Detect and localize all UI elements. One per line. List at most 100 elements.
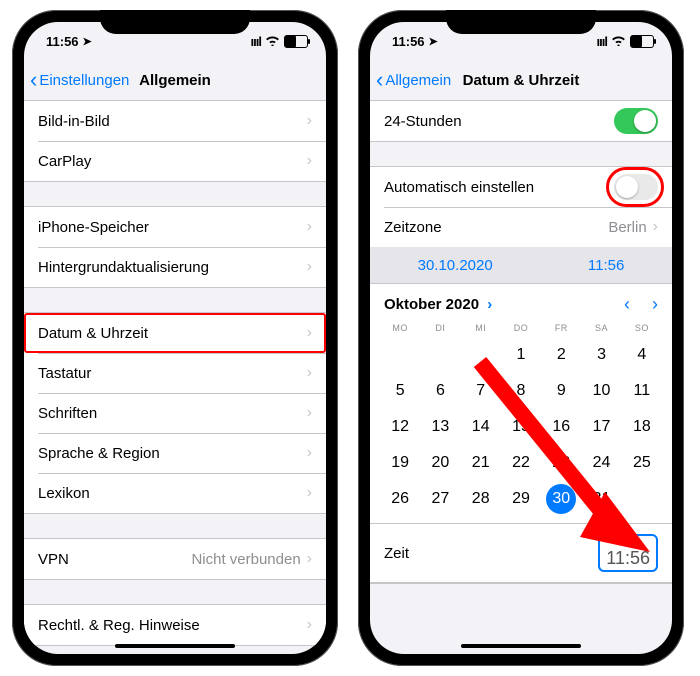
calendar-day[interactable]: 10: [581, 373, 621, 409]
calendar-day[interactable]: 20: [420, 445, 460, 481]
calendar-day[interactable]: 18: [622, 409, 662, 445]
calendar-day[interactable]: 6: [420, 373, 460, 409]
chevron-right-icon: ›: [307, 258, 312, 276]
chevron-right-icon: ›: [307, 550, 312, 568]
calendar-day: [380, 337, 420, 373]
location-icon: ➤: [83, 35, 92, 48]
calendar-day[interactable]: 4: [622, 337, 662, 373]
row-carplay[interactable]: CarPlay›: [24, 141, 326, 181]
datetime-settings: 24-Stunden Automatisch einstellen Zeitzo…: [370, 101, 672, 654]
calendar-day[interactable]: 17: [581, 409, 621, 445]
calendar-day: [461, 337, 501, 373]
month-nav: Oktober 2020 › ‹ ›: [370, 284, 672, 319]
calendar-day[interactable]: 31: [581, 481, 621, 517]
signal-icon: ıııl: [597, 34, 607, 49]
summary-date[interactable]: 30.10.2020: [418, 257, 493, 274]
calendar-day[interactable]: 11: [622, 373, 662, 409]
row-lexikon[interactable]: Lexikon›: [24, 473, 326, 513]
time-row[interactable]: Zeit 10 11:56: [370, 523, 672, 583]
status-time: 11:56: [392, 34, 425, 49]
calendar-day[interactable]: 13: [420, 409, 460, 445]
phone-left: 11:56 ➤ ıııl ‹ Einstellungen Allgemein B…: [12, 10, 338, 666]
calendar-day[interactable]: 9: [541, 373, 581, 409]
chevron-right-icon: ›: [307, 444, 312, 462]
back-button[interactable]: ‹ Allgemein: [370, 69, 451, 91]
chevron-right-icon: ›: [307, 152, 312, 170]
calendar-day[interactable]: 24: [581, 445, 621, 481]
dow-label: FR: [541, 319, 581, 337]
row-label: VPN: [38, 551, 191, 568]
calendar-day[interactable]: 19: [380, 445, 420, 481]
calendar-day[interactable]: 2: [541, 337, 581, 373]
calendar-day[interactable]: 12: [380, 409, 420, 445]
row-bild-in-bild[interactable]: Bild-in-Bild›: [24, 101, 326, 141]
calendar-day[interactable]: 21: [461, 445, 501, 481]
calendar-day[interactable]: 5: [380, 373, 420, 409]
summary-time[interactable]: 11:56: [588, 257, 624, 274]
prev-month-button[interactable]: ‹: [624, 294, 630, 315]
time-picker[interactable]: 10 11:56: [598, 534, 658, 572]
calendar-day[interactable]: 23: [541, 445, 581, 481]
back-label: Einstellungen: [39, 72, 129, 89]
nav-bar: ‹ Allgemein Datum & Uhrzeit: [370, 60, 672, 101]
notch: [446, 10, 596, 34]
row-hintergrundaktualisierung[interactable]: Hintergrundaktualisierung›: [24, 247, 326, 287]
dow-label: SA: [581, 319, 621, 337]
screen-right: 11:56 ➤ ıııl ‹ Allgemein Datum & Uhrzeit: [370, 22, 672, 654]
row-label: Schriften: [38, 405, 307, 422]
calendar-day[interactable]: 26: [380, 481, 420, 517]
row-label: Sprache & Region: [38, 445, 307, 462]
chevron-left-icon: ‹: [30, 69, 37, 91]
wifi-icon: [265, 34, 280, 49]
row-label: Bild-in-Bild: [38, 113, 307, 130]
toggle-24h[interactable]: [614, 108, 658, 134]
row-label: CarPlay: [38, 153, 307, 170]
calendar-day[interactable]: 1: [501, 337, 541, 373]
row-24h[interactable]: 24-Stunden: [370, 101, 672, 141]
calendar-day[interactable]: 30: [541, 481, 581, 517]
row-iphone-speicher[interactable]: iPhone-Speicher›: [24, 207, 326, 247]
home-indicator[interactable]: [115, 644, 235, 648]
row-vpn[interactable]: VPNNicht verbunden ›: [24, 539, 326, 579]
battery-icon: [284, 35, 308, 48]
row-schriften[interactable]: Schriften›: [24, 393, 326, 433]
row-sprache-region[interactable]: Sprache & Region›: [24, 433, 326, 473]
row-value: Nicht verbunden: [191, 551, 300, 568]
calendar[interactable]: MODIMIDOFRSASO 1234567891011121314151617…: [370, 319, 672, 523]
row-label: Rechtl. & Reg. Hinweise: [38, 617, 307, 634]
row-rechtl-reg-hinweise[interactable]: Rechtl. & Reg. Hinweise›: [24, 605, 326, 645]
date-time-summary[interactable]: 30.10.2020 11:56: [370, 247, 672, 284]
time-label: Zeit: [384, 545, 409, 562]
location-icon: ➤: [429, 35, 438, 48]
calendar-day[interactable]: 22: [501, 445, 541, 481]
back-button[interactable]: ‹ Einstellungen: [24, 69, 129, 91]
calendar-day[interactable]: 28: [461, 481, 501, 517]
dow-label: MI: [461, 319, 501, 337]
row-tastatur[interactable]: Tastatur›: [24, 353, 326, 393]
row-label: iPhone-Speicher: [38, 219, 307, 236]
calendar-day[interactable]: 29: [501, 481, 541, 517]
calendar-day[interactable]: 25: [622, 445, 662, 481]
calendar-day[interactable]: 3: [581, 337, 621, 373]
month-label[interactable]: Oktober 2020 ›: [384, 296, 492, 313]
calendar-day[interactable]: 27: [420, 481, 460, 517]
back-label: Allgemein: [385, 72, 451, 89]
calendar-day[interactable]: 8: [501, 373, 541, 409]
calendar-day[interactable]: 16: [541, 409, 581, 445]
row-label: Lexikon: [38, 485, 307, 502]
calendar-day[interactable]: 15: [501, 409, 541, 445]
settings-list[interactable]: Bild-in-Bild›CarPlay›iPhone-Speicher›Hin…: [24, 101, 326, 654]
dow-label: DO: [501, 319, 541, 337]
notch: [100, 10, 250, 34]
home-indicator[interactable]: [461, 644, 581, 648]
row-label: Tastatur: [38, 365, 307, 382]
row-timezone[interactable]: Zeitzone Berlin ›: [370, 207, 672, 247]
toggle-auto[interactable]: [614, 174, 658, 200]
calendar-day[interactable]: 14: [461, 409, 501, 445]
chevron-right-icon: ›: [307, 112, 312, 130]
next-month-button[interactable]: ›: [652, 294, 658, 315]
row-auto-set[interactable]: Automatisch einstellen: [370, 167, 672, 207]
row-datum-uhrzeit[interactable]: Datum & Uhrzeit›: [24, 313, 326, 353]
battery-icon: [630, 35, 654, 48]
calendar-day[interactable]: 7: [461, 373, 501, 409]
